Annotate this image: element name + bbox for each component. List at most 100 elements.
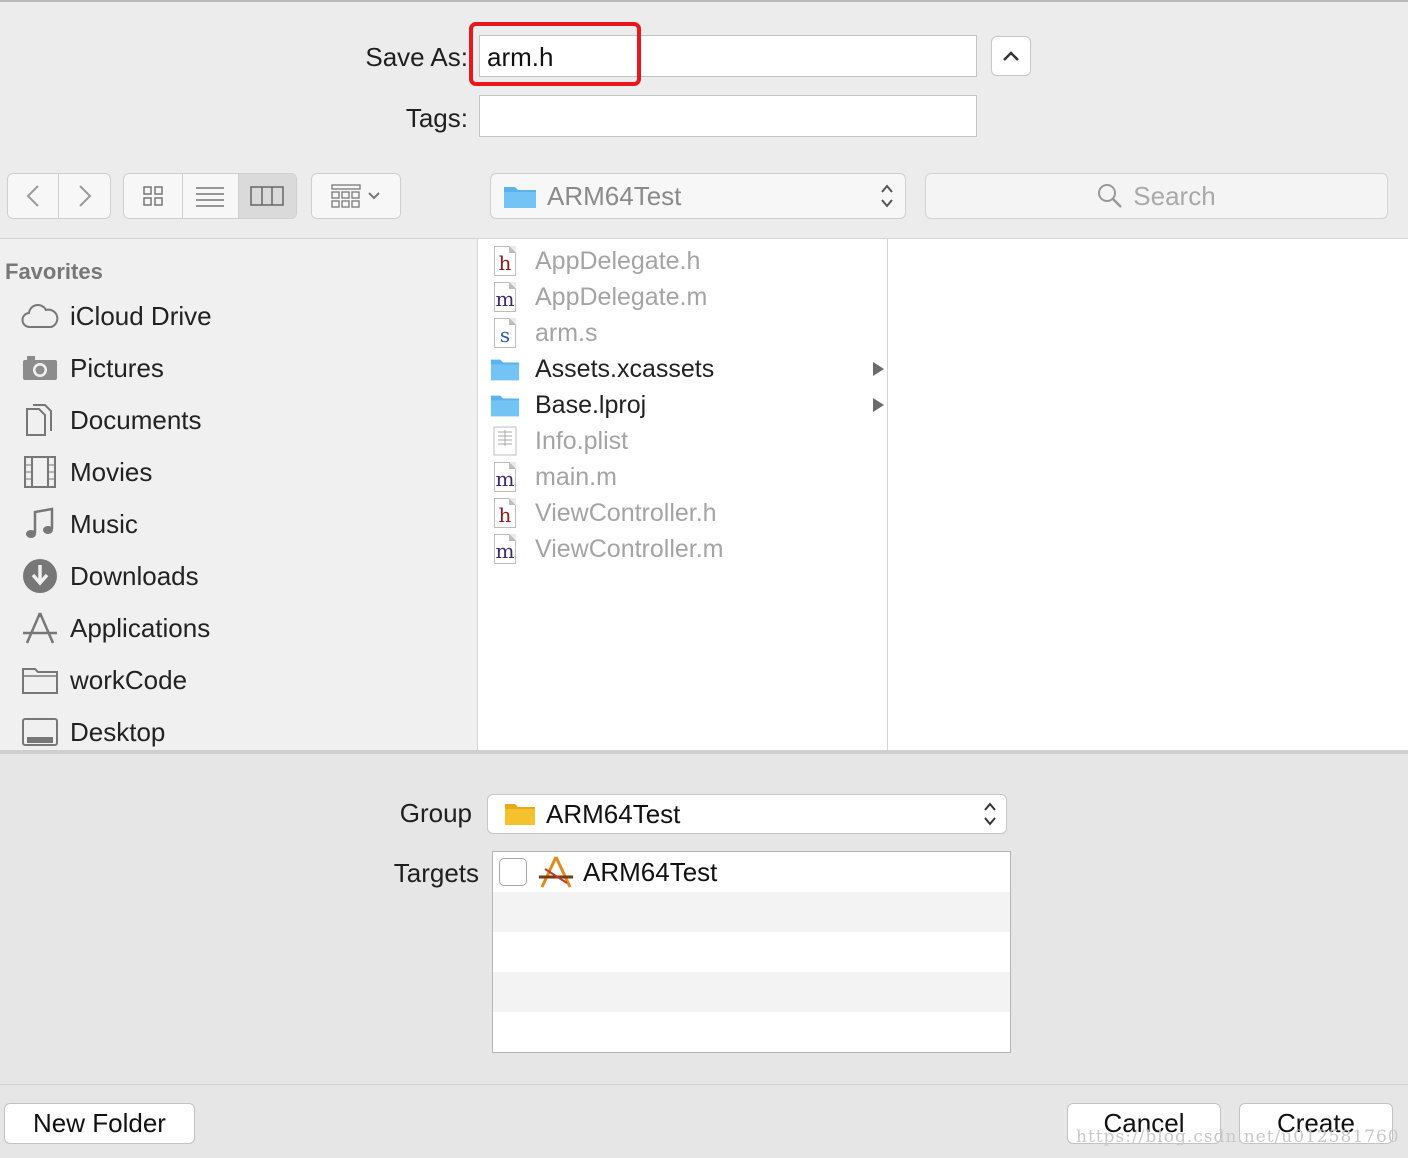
film-icon — [20, 454, 60, 490]
plist-file-icon — [490, 425, 520, 457]
empty-row — [493, 972, 1010, 1012]
file-name: ViewController.m — [535, 534, 724, 563]
camera-icon — [20, 350, 60, 386]
header-file-icon: h — [490, 245, 520, 277]
file-row[interactable]: m AppDelegate.m — [490, 279, 888, 315]
file-name: Assets.xcassets — [535, 354, 715, 383]
folder-icon — [504, 187, 536, 208]
updown-arrows-icon — [984, 802, 996, 826]
sidebar-item-label: workCode — [70, 664, 188, 695]
file-name: Base.lproj — [535, 390, 647, 419]
file-row[interactable]: m main.m — [490, 459, 888, 495]
sidebar-item-desktop[interactable]: Desktop — [20, 706, 165, 750]
music-note-icon — [20, 506, 60, 542]
button-bar-separator — [0, 1084, 1408, 1085]
forward-button[interactable] — [59, 174, 110, 218]
arrange-icon — [331, 184, 361, 208]
sidebar: Favorites iCloud Drive Pictures Document… — [0, 238, 477, 750]
column-view-button[interactable] — [238, 174, 296, 218]
sidebar-item-label: iCloud Drive — [70, 300, 212, 331]
list-view-button[interactable] — [183, 174, 239, 218]
sidebar-item-icloud-drive[interactable]: iCloud Drive — [20, 290, 212, 342]
sidebar-item-movies[interactable]: Movies — [20, 446, 152, 498]
file-row[interactable]: h AppDelegate.h — [490, 243, 888, 279]
group-value: ARM64Test — [546, 798, 681, 829]
sidebar-item-applications[interactable]: Applications — [20, 602, 210, 654]
tags-field[interactable] — [479, 95, 977, 137]
disclosure-arrow-icon — [873, 398, 884, 412]
collapse-button[interactable] — [991, 36, 1031, 76]
sidebar-item-music[interactable]: Music — [20, 498, 138, 550]
search-placeholder: Search — [1133, 180, 1216, 211]
cloud-icon — [20, 298, 60, 334]
list-icon — [196, 187, 225, 207]
folder-icon — [505, 804, 535, 825]
documents-icon — [20, 402, 60, 438]
favorites-heading: Favorites — [5, 259, 103, 284]
chevron-up-icon — [1003, 51, 1019, 61]
grid-icon — [143, 186, 163, 206]
sidebar-item-pictures[interactable]: Pictures — [20, 342, 164, 394]
empty-row — [493, 892, 1010, 932]
target-checkbox[interactable] — [499, 858, 527, 886]
objc-file-icon: m — [490, 533, 520, 565]
arrange-control — [311, 173, 401, 219]
save-as-label: Save As: — [365, 42, 468, 72]
app-target-icon — [539, 856, 573, 888]
search-input[interactable]: Search — [925, 173, 1388, 219]
empty-row — [493, 1012, 1010, 1052]
targets-label: Targets — [393, 858, 479, 888]
folder-icon — [490, 353, 520, 385]
file-row[interactable]: s arm.s — [490, 315, 888, 351]
objc-file-icon: m — [490, 281, 520, 313]
target-row[interactable]: ARM64Test — [493, 852, 1010, 892]
chevron-right-icon — [78, 185, 91, 207]
sidebar-item-label: Pictures — [70, 352, 164, 383]
sidebar-item-label: Applications — [70, 612, 211, 643]
folder-row[interactable]: Assets.xcassets — [490, 351, 888, 387]
columns-icon — [250, 186, 285, 206]
file-name: AppDelegate.m — [535, 282, 708, 311]
arrange-button[interactable] — [312, 174, 400, 218]
tags-label: Tags: — [405, 103, 468, 133]
folder-icon — [490, 389, 520, 421]
sidebar-item-label: Documents — [70, 404, 202, 435]
targets-list: ARM64Test — [492, 851, 1011, 1053]
folder-row[interactable]: Base.lproj — [490, 387, 888, 423]
file-row[interactable]: Info.plist — [490, 423, 888, 459]
group-popup[interactable]: ARM64Test — [487, 794, 1007, 834]
file-row[interactable]: h ViewController.h — [490, 495, 888, 531]
chevron-down-icon — [368, 192, 380, 200]
updown-arrows-icon — [881, 184, 893, 208]
sidebar-item-downloads[interactable]: Downloads — [20, 550, 199, 602]
file-name: arm.s — [535, 318, 598, 347]
highlight-box — [469, 22, 641, 86]
file-name: main.m — [535, 462, 617, 491]
file-row[interactable]: m ViewController.m — [490, 531, 888, 567]
sidebar-item-documents[interactable]: Documents — [20, 394, 202, 446]
objc-file-icon: m — [490, 461, 520, 493]
target-name: ARM64Test — [583, 856, 718, 887]
disclosure-arrow-icon — [873, 362, 884, 376]
watermark: https://blog.csdn.net/u012581760 — [1076, 1127, 1400, 1147]
assembly-file-icon: s — [490, 317, 520, 349]
sidebar-item-label: Downloads — [70, 560, 199, 591]
back-forward-control — [7, 173, 111, 219]
file-name: AppDelegate.h — [535, 246, 701, 275]
sidebar-item-label: Music — [70, 508, 138, 539]
back-button[interactable] — [8, 174, 60, 218]
icon-view-button[interactable] — [124, 174, 184, 218]
location-label: ARM64Test — [547, 180, 682, 211]
sidebar-item-label: Desktop — [70, 716, 166, 747]
file-name: ViewController.h — [535, 498, 717, 527]
file-column: h AppDelegate.h m AppDelegate.m s arm.s … — [477, 238, 887, 750]
folder-icon — [20, 662, 60, 698]
empty-row — [493, 932, 1010, 972]
search-icon — [1098, 184, 1123, 208]
sidebar-item-label: Movies — [70, 456, 153, 487]
location-popup[interactable]: ARM64Test — [490, 173, 906, 219]
sidebar-item-workcode[interactable]: workCode — [20, 654, 187, 706]
new-folder-button[interactable]: New Folder — [4, 1103, 195, 1144]
view-mode-control — [123, 173, 297, 219]
desktop-icon — [20, 714, 60, 750]
